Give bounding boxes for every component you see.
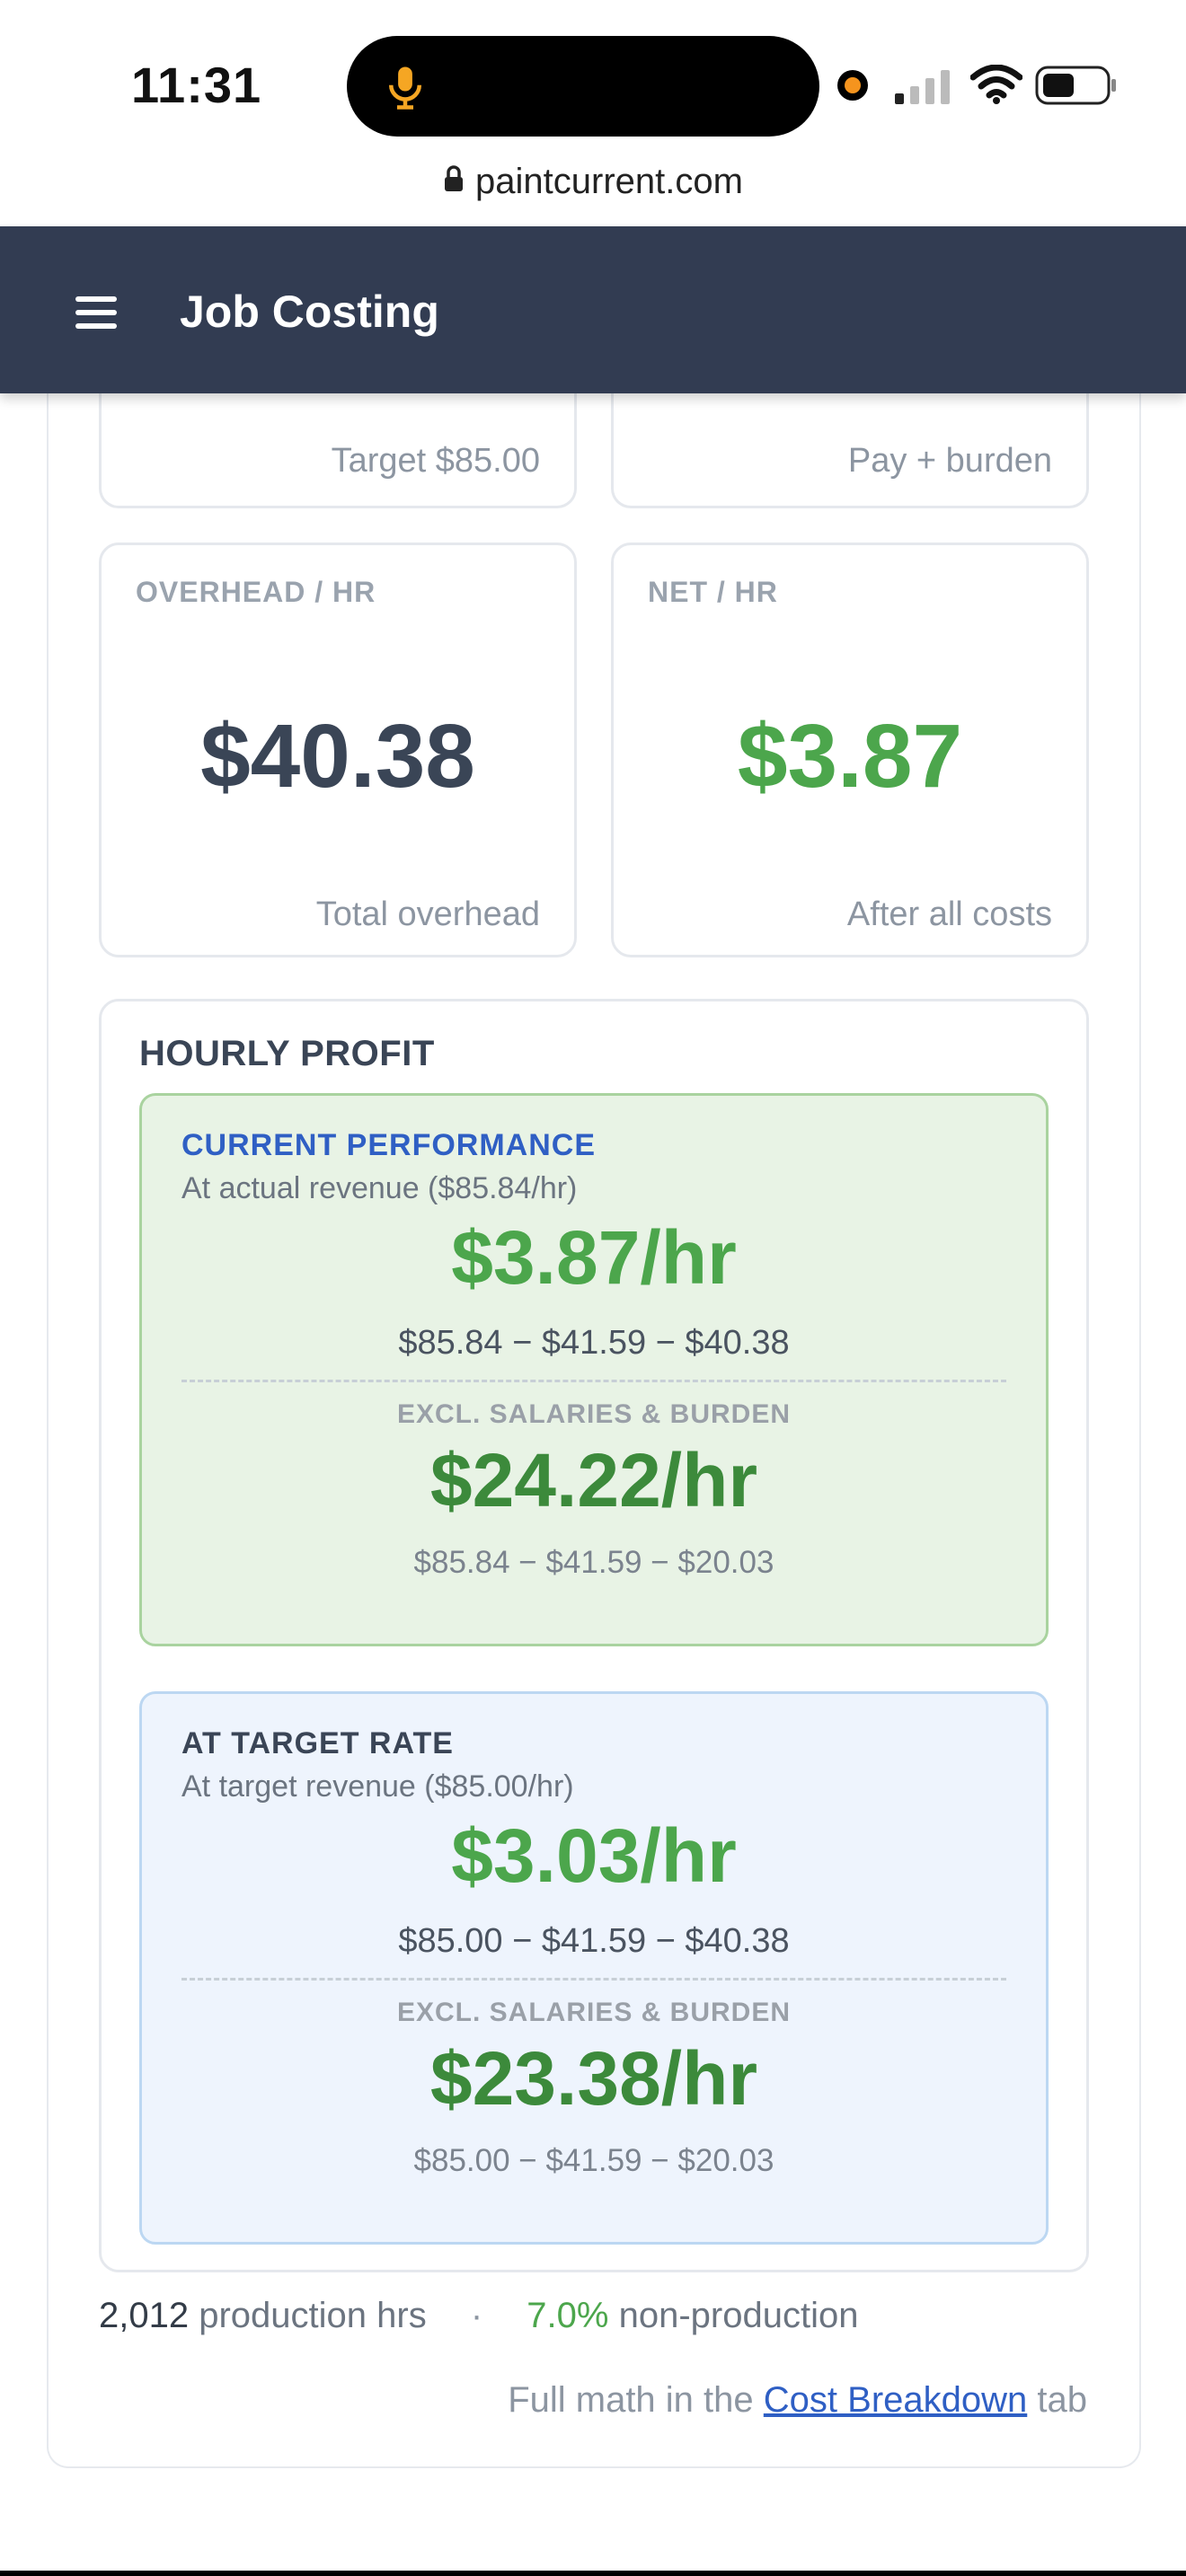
metric-note: Pay + burden xyxy=(847,442,1052,480)
profit-value: $3.03/hr xyxy=(451,1813,737,1898)
battery-icon xyxy=(1035,66,1116,105)
scenario-subtitle: At target revenue ($85.00/hr) xyxy=(181,1769,574,1804)
lock-icon xyxy=(445,164,464,191)
dynamic-island xyxy=(347,36,819,137)
profit-value: $3.87/hr xyxy=(451,1215,737,1300)
metric-note: Total overhead xyxy=(315,895,540,933)
non-production-percent: 7.0% xyxy=(527,2296,609,2335)
current-performance-card: CURRENT PERFORMANCE At actual revenue ($… xyxy=(139,1093,1049,1646)
url-text: paintcurrent.com xyxy=(475,162,743,201)
hamburger-menu-icon[interactable] xyxy=(75,296,117,329)
metric-label: OVERHEAD / HR xyxy=(136,576,376,608)
separator-dot: · xyxy=(470,2296,483,2335)
excl-profit-math: $85.00 − $41.59 − $20.03 xyxy=(413,2143,774,2178)
metric-note: Target $85.00 xyxy=(331,442,540,480)
excl-label: EXCL. SALARIES & BURDEN xyxy=(396,1998,792,2027)
production-hours-label: production hrs xyxy=(199,2296,427,2335)
scenario-title: CURRENT PERFORMANCE xyxy=(181,1128,596,1162)
address-bar[interactable]: paintcurrent.com xyxy=(0,162,1186,226)
microphone-icon xyxy=(389,66,421,110)
recording-indicator-icon xyxy=(837,70,868,101)
status-time: 11:31 xyxy=(131,57,262,113)
dashed-divider xyxy=(181,1380,1006,1382)
excl-profit-value: $24.22/hr xyxy=(429,1438,758,1522)
hint-prefix: Full math in the xyxy=(508,2380,754,2420)
metric-note: After all costs xyxy=(846,895,1052,933)
non-production-label: non-production xyxy=(618,2296,859,2335)
hint-suffix: tab xyxy=(1037,2380,1087,2420)
cellular-signal-icon xyxy=(895,70,950,104)
scenario-subtitle: At actual revenue ($85.84/hr) xyxy=(181,1171,578,1205)
status-indicators xyxy=(836,63,1123,108)
dashed-divider xyxy=(181,1978,1006,1981)
production-hours-value: 2,012 xyxy=(99,2296,190,2335)
metric-value: $40.38 xyxy=(200,706,475,807)
profit-math: $85.00 − $41.59 − $40.38 xyxy=(398,1922,790,1960)
production-stats: 2,012 production hrs · 7.0% non-producti… xyxy=(99,2296,858,2336)
status-bar: 11:31 xyxy=(0,0,1186,171)
excl-profit-value: $23.38/hr xyxy=(429,2036,758,2121)
section-title: HOURLY PROFIT xyxy=(139,1034,435,1073)
hourly-profit-panel: HOURLY PROFIT CURRENT PERFORMANCE At act… xyxy=(99,999,1089,2272)
target-rate-card: AT TARGET RATE At target revenue ($85.00… xyxy=(139,1691,1049,2245)
net-per-hour-card: NET / HR $3.87 After all costs xyxy=(611,543,1089,957)
wifi-icon xyxy=(970,65,1022,104)
scenario-title: AT TARGET RATE xyxy=(181,1726,454,1760)
app-header: Job Costing xyxy=(0,226,1186,393)
cost-breakdown-link[interactable]: Cost Breakdown xyxy=(764,2380,1027,2420)
overhead-per-hour-card: OVERHEAD / HR $40.38 Total overhead xyxy=(99,543,577,957)
cost-breakdown-hint: Full math in the Cost Breakdown tab xyxy=(508,2380,1087,2421)
metric-value: $3.87 xyxy=(737,706,963,807)
profit-math: $85.84 − $41.59 − $40.38 xyxy=(398,1324,790,1362)
metric-label: NET / HR xyxy=(648,576,778,608)
excl-profit-math: $85.84 − $41.59 − $20.03 xyxy=(413,1545,774,1580)
bottom-edge xyxy=(0,2571,1186,2576)
page-title: Job Costing xyxy=(180,287,439,337)
excl-label: EXCL. SALARIES & BURDEN xyxy=(396,1399,792,1429)
